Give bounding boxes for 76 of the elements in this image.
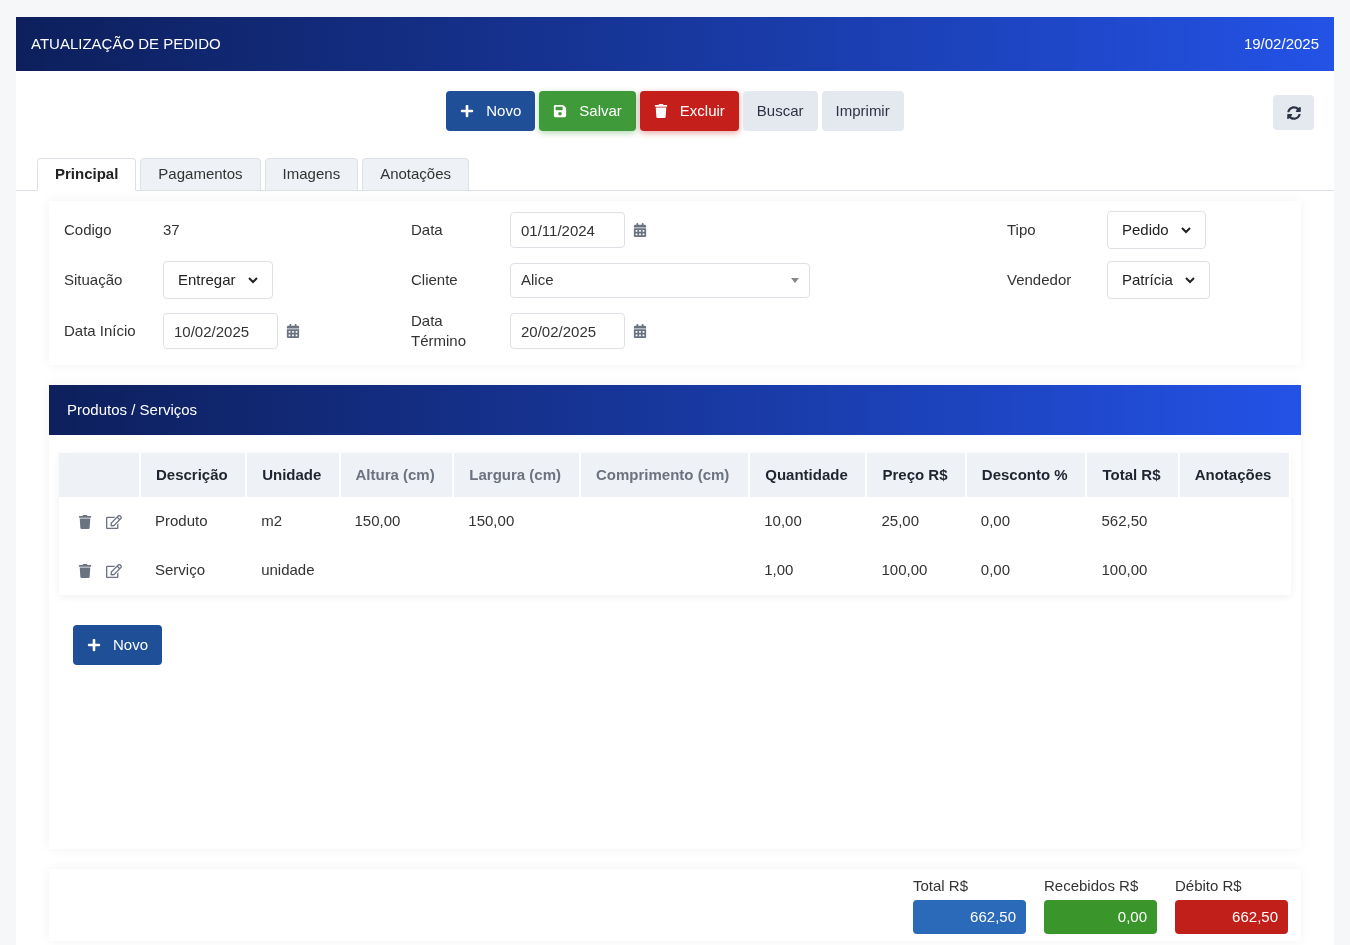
date-field[interactable]: 01/11/2024 bbox=[510, 212, 625, 248]
table-cell-text: unidade bbox=[260, 560, 316, 581]
edit-icon[interactable] bbox=[106, 513, 122, 530]
combo-field[interactable]: Alice bbox=[510, 262, 810, 298]
column-header: Altura (cm) bbox=[339, 453, 454, 497]
total-label: Recebidos R$ bbox=[1044, 877, 1140, 895]
plus-icon bbox=[87, 638, 101, 652]
date-field[interactable]: 20/02/2025 bbox=[510, 313, 625, 349]
column-header: Unidade bbox=[246, 453, 340, 497]
calendar-icon[interactable] bbox=[286, 324, 300, 338]
table-cell: m2 bbox=[246, 497, 340, 546]
table-cell-text: Serviço bbox=[154, 560, 207, 581]
table-cell-text: 1,00 bbox=[763, 560, 795, 581]
field-label: Vendedor bbox=[1007, 270, 1072, 290]
field-value: 37 bbox=[163, 219, 180, 240]
table-cell: 25,00 bbox=[866, 497, 966, 546]
table-cell: 150,00 bbox=[453, 497, 580, 546]
column-header: Comprimento (cm) bbox=[579, 453, 750, 497]
edit-icon[interactable] bbox=[106, 562, 122, 579]
table-cell-text: 0,00 bbox=[979, 560, 1011, 581]
column-header: Total R$ bbox=[1086, 453, 1179, 497]
field-label: Codigo bbox=[64, 220, 112, 240]
field-label: Cliente bbox=[411, 270, 458, 290]
trash-icon[interactable] bbox=[78, 563, 92, 578]
chevron-down-icon bbox=[247, 276, 258, 284]
total-label: Débito R$ bbox=[1175, 877, 1243, 895]
column-header: Preço R$ bbox=[866, 453, 966, 497]
table-cell: Produto bbox=[140, 497, 247, 546]
toolbar-button[interactable]: Novo bbox=[446, 91, 536, 131]
total-value: 662,50 bbox=[1175, 900, 1288, 934]
caret-down-icon bbox=[791, 277, 799, 283]
calendar-icon[interactable] bbox=[633, 223, 647, 237]
field-label: Data bbox=[411, 220, 443, 240]
select-field[interactable]: Pedido bbox=[1107, 211, 1206, 249]
toolbar-button[interactable]: Salvar bbox=[539, 91, 636, 131]
section-title: Produtos / Serviços bbox=[67, 399, 198, 420]
column-header: Anotações bbox=[1178, 453, 1290, 497]
plus-icon bbox=[460, 104, 475, 118]
table-cell-text: 100,00 bbox=[880, 560, 929, 581]
total-value: 0,00 bbox=[1044, 900, 1157, 934]
refresh-button[interactable] bbox=[1273, 95, 1314, 130]
tab[interactable]: Principal bbox=[37, 158, 137, 191]
tab[interactable]: Pagamentos bbox=[140, 158, 261, 191]
field-label: Situação bbox=[64, 270, 123, 290]
field-label: Tipo bbox=[1007, 220, 1036, 240]
chevron-down-icon bbox=[1180, 226, 1191, 234]
toolbar-button[interactable]: Imprimir bbox=[821, 91, 904, 131]
table-cell: 562,50 bbox=[1086, 497, 1179, 546]
field-label: Data Início bbox=[64, 321, 136, 341]
chevron-down-icon bbox=[1184, 276, 1195, 284]
new-item-button[interactable]: Novo bbox=[73, 625, 163, 665]
field-label: Data Término bbox=[411, 311, 467, 351]
column-header: Desconto % bbox=[965, 453, 1087, 497]
header-date: 19/02/2025 bbox=[1243, 33, 1319, 54]
table-cell-text: 100,00 bbox=[1100, 560, 1149, 581]
column-header: Largura (cm) bbox=[453, 453, 580, 497]
trash-icon bbox=[653, 104, 668, 118]
toolbar-button[interactable]: Excluir bbox=[639, 91, 739, 131]
column-header: Descrição bbox=[140, 453, 247, 497]
trash-icon[interactable] bbox=[78, 514, 92, 529]
tab[interactable]: Anotações bbox=[362, 158, 470, 191]
total-label: Total R$ bbox=[913, 877, 970, 895]
date-field[interactable]: 10/02/2025 bbox=[163, 313, 278, 349]
table-cell: 0,00 bbox=[965, 497, 1087, 546]
refresh-icon bbox=[1286, 105, 1301, 120]
calendar-icon[interactable] bbox=[633, 324, 647, 338]
save-icon bbox=[553, 104, 568, 118]
total-value: 662,50 bbox=[913, 900, 1026, 934]
table-cell: 10,00 bbox=[749, 497, 867, 546]
select-field[interactable]: Entregar bbox=[163, 261, 273, 299]
tab[interactable]: Imagens bbox=[264, 158, 359, 191]
toolbar-button[interactable]: Buscar bbox=[742, 91, 818, 131]
select-field[interactable]: Patrícia bbox=[1107, 261, 1210, 299]
column-header: Quantidade bbox=[749, 453, 867, 497]
page-title: ATUALIZAÇÃO DE PEDIDO bbox=[31, 33, 221, 54]
table-cell: 150,00 bbox=[339, 497, 454, 546]
